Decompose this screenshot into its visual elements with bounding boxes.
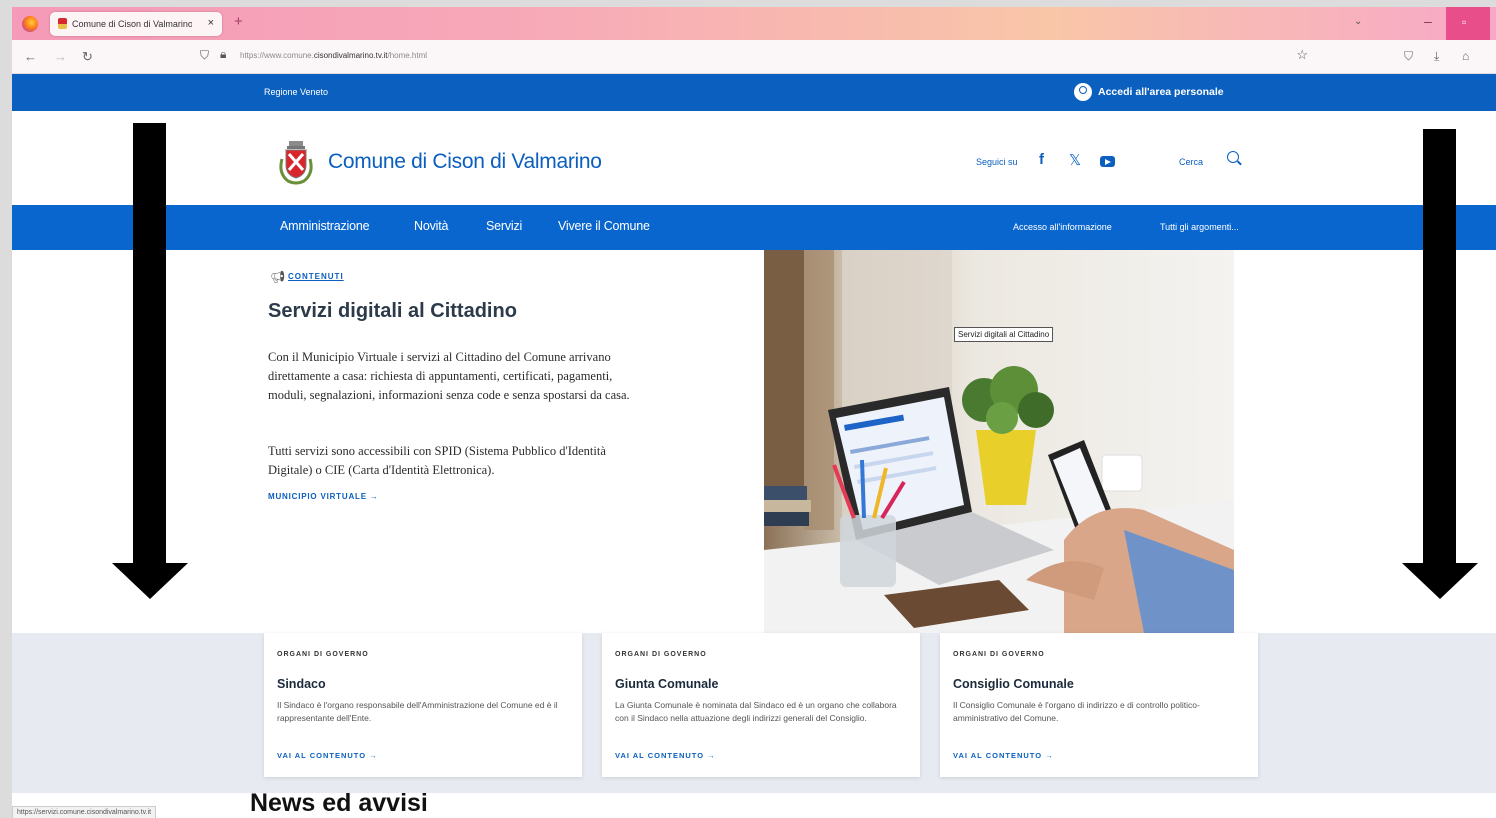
card-link[interactable]: VAI AL CONTENUTO →	[615, 751, 716, 760]
card-kicker: ORGANI DI GOVERNO	[277, 651, 369, 658]
card-consiglio-comunale[interactable]: ORGANI DI GOVERNO Consiglio Comunale Il …	[940, 633, 1258, 777]
nav-item-accesso-informazione[interactable]: Accesso all'informazione	[1013, 222, 1112, 232]
user-icon	[1074, 83, 1092, 101]
right-down-arrow-icon	[1402, 129, 1478, 599]
address-bar[interactable]: ⛉ 🔒︎ https://www.comune.cisondivalmarino…	[192, 45, 1322, 69]
pocket-icon[interactable]: ⛉	[1404, 49, 1413, 64]
search-icon[interactable]	[1227, 151, 1239, 163]
nav-item-novita[interactable]: Novità	[414, 219, 448, 233]
card-description: Il Consiglio Comunale è l'organo di indi…	[953, 700, 1200, 723]
firefox-icon[interactable]	[22, 16, 38, 32]
region-link[interactable]: Regione Veneto	[264, 87, 328, 97]
forward-icon[interactable]: →	[54, 49, 67, 64]
follow-label: Seguici su	[976, 157, 1018, 167]
minimize-window-icon[interactable]: –	[1424, 13, 1432, 29]
main-navigation: Amministrazione Novità Servizi Vivere il…	[12, 205, 1496, 250]
lock-icon[interactable]: 🔒︎	[220, 47, 226, 62]
tracking-shield-icon[interactable]: ⛉	[200, 48, 209, 63]
browser-window: Comune di Cison di Valmarino × + ⌄ – ▫ ←…	[12, 7, 1496, 818]
card-sindaco[interactable]: ORGANI DI GOVERNO Sindaco Il Sindaco è l…	[264, 633, 582, 777]
card-description: Il Sindaco è l'organo responsabile dell'…	[277, 700, 558, 723]
hero-paragraph-2: Tutti servizi sono accessibili con SPID …	[268, 444, 606, 477]
reload-icon[interactable]: ↻	[82, 49, 93, 65]
list-tabs-icon[interactable]: ⌄	[1354, 16, 1362, 27]
hero-paragraph-1: Con il Municipio Virtuale i servizi al C…	[268, 350, 630, 402]
hero-image: Servizi digitali al Cittadino	[764, 250, 1234, 633]
slim-header: Regione Veneto Accedi all'area personale	[12, 74, 1496, 111]
center-header: Comune di Cison di Valmarino Seguici su …	[12, 111, 1496, 205]
back-icon[interactable]: ←	[24, 49, 37, 64]
hero-photo	[764, 250, 1234, 633]
favicon-icon	[58, 18, 67, 29]
tab-bar: Comune di Cison di Valmarino × + ⌄ – ▫	[12, 7, 1496, 40]
navigation-toolbar: ← → ↻ ⛉ 🔒︎ https://www.comune.cisondival…	[12, 40, 1496, 74]
extensions-icon[interactable]: ⌂	[1462, 49, 1469, 63]
site-name[interactable]: Comune di Cison di Valmarino	[328, 150, 602, 174]
card-title[interactable]: Consiglio Comunale	[953, 677, 1074, 691]
status-bar-url: https://servizi.comune.cisondivalmarino.…	[12, 806, 157, 818]
card-title[interactable]: Giunta Comunale	[615, 677, 718, 691]
nav-item-tutti-argomenti[interactable]: Tutti gli argomenti...	[1160, 222, 1239, 232]
downloads-icon[interactable]: ⤓	[1434, 49, 1439, 64]
left-down-arrow-icon	[112, 123, 188, 599]
search-label[interactable]: Cerca	[1179, 157, 1203, 167]
url-text[interactable]: https://www.comune.cisondivalmarino.tv.i…	[240, 51, 427, 60]
image-caption-tag: Servizi digitali al Cittadino	[954, 327, 1054, 342]
new-tab-icon[interactable]: +	[234, 13, 243, 30]
bookmark-star-icon[interactable]: ☆	[1296, 47, 1308, 63]
news-heading: News ed avvisi	[250, 789, 428, 817]
card-kicker: ORGANI DI GOVERNO	[615, 651, 707, 658]
tab-title: Comune di Cison di Valmarino	[72, 19, 192, 29]
login-button[interactable]: Accedi all'area personale	[1074, 83, 1224, 101]
card-description: La Giunta Comunale è nominata dal Sindac…	[615, 700, 897, 723]
maximize-window-button[interactable]: ▫	[1446, 7, 1490, 40]
hero-category-link[interactable]: CONTENUTI	[268, 272, 344, 281]
close-tab-icon[interactable]: ×	[208, 17, 214, 29]
hero-title: Servizi digitali al Cittadino	[268, 300, 517, 322]
card-kicker: ORGANI DI GOVERNO	[953, 651, 1045, 658]
maximize-window-icon: ▫	[1462, 15, 1467, 29]
card-link[interactable]: VAI AL CONTENUTO →	[277, 751, 378, 760]
card-giunta-comunale[interactable]: ORGANI DI GOVERNO Giunta Comunale La Giu…	[602, 633, 920, 777]
youtube-icon[interactable]	[1100, 156, 1115, 167]
nav-item-vivere-il-comune[interactable]: Vivere il Comune	[558, 219, 650, 233]
municipio-virtuale-link[interactable]: MUNICIPIO VIRTUALE →	[268, 492, 379, 501]
nav-item-servizi[interactable]: Servizi	[486, 219, 522, 233]
card-title[interactable]: Sindaco	[277, 677, 326, 691]
nav-item-amministrazione[interactable]: Amministrazione	[280, 219, 370, 233]
card-link[interactable]: VAI AL CONTENUTO →	[953, 751, 1054, 760]
browser-tab[interactable]: Comune di Cison di Valmarino ×	[50, 12, 222, 36]
facebook-icon[interactable]: f	[1039, 151, 1044, 168]
x-icon[interactable]: 𝕏	[1069, 151, 1081, 169]
crest-logo[interactable]	[278, 139, 314, 185]
